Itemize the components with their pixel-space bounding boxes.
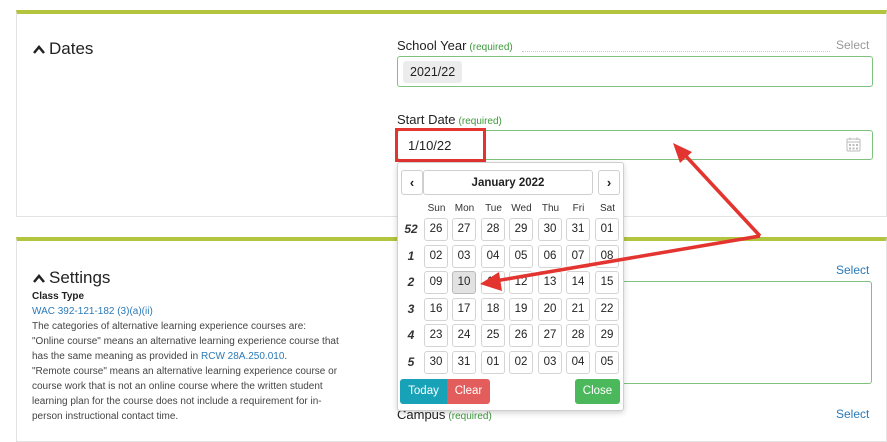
week-number: 4 — [407, 328, 415, 342]
calendar-day[interactable]: 08 — [595, 244, 619, 268]
start-date-label: Start Date (required) — [397, 112, 502, 127]
today-button[interactable]: Today — [400, 379, 447, 404]
calendar-day[interactable]: 05 — [595, 350, 619, 374]
leader-dots — [522, 51, 830, 52]
week-number: 1 — [407, 248, 415, 263]
calendar-day[interactable]: 06 — [538, 244, 562, 268]
week-number: 2 — [407, 275, 415, 289]
campus-select-link[interactable]: Select — [836, 407, 869, 421]
weekday-header: Sat — [599, 203, 615, 214]
settings-section-toggle[interactable]: Settings — [33, 268, 110, 288]
prev-month-button[interactable]: ‹ — [401, 170, 423, 195]
calendar-day[interactable]: 02 — [509, 350, 533, 374]
weekday-header: Wed — [511, 203, 532, 214]
chevron-left-icon: ‹ — [409, 175, 415, 190]
calendar-day[interactable]: 23 — [424, 324, 448, 347]
week-number: 52 — [404, 222, 418, 236]
class-type-label: Class Type — [32, 291, 85, 302]
calendar-day[interactable]: 26 — [509, 324, 533, 347]
calendar-day[interactable]: 25 — [481, 324, 505, 347]
weekday-header: Fri — [572, 203, 585, 214]
clear-button[interactable]: Clear — [447, 379, 490, 404]
calendar-day[interactable]: 03 — [538, 350, 562, 374]
help-line: person instructional contact time. — [32, 411, 179, 422]
caret-up-icon — [33, 44, 45, 54]
calendar-day[interactable]: 30 — [538, 218, 562, 241]
week-number: 5 — [407, 354, 415, 369]
week-number: 3 — [407, 301, 415, 316]
dates-section-toggle[interactable]: Dates — [33, 39, 93, 59]
calendar-day[interactable]: 24 — [452, 324, 476, 347]
required-tag: (required) — [458, 116, 502, 127]
calendar-day[interactable]: 29 — [509, 218, 533, 241]
school-year-field[interactable]: 2021/22 — [397, 56, 873, 87]
calendar-day[interactable]: 05 — [509, 244, 533, 268]
calendar-day[interactable]: 28 — [481, 218, 505, 241]
calendar-day[interactable]: 30 — [424, 350, 448, 374]
weekday-header: Tue — [485, 203, 502, 214]
calendar-day[interactable]: 20 — [538, 297, 562, 321]
school-year-value-chip[interactable]: 2021/22 — [403, 61, 463, 83]
calendar-day[interactable]: 19 — [509, 297, 533, 321]
required-tag: (required) — [448, 411, 492, 422]
month-year-switch[interactable]: January 2022 — [423, 170, 593, 195]
calendar-day[interactable]: 04 — [481, 244, 505, 268]
settings-section-title: Settings — [49, 268, 111, 287]
start-date-label-text: Start Date — [397, 112, 456, 127]
school-year-select-link[interactable]: Select — [836, 38, 869, 52]
calendar-day[interactable]: 12 — [509, 271, 533, 294]
rcw-link[interactable]: RCW 28A.250.010 — [201, 351, 284, 362]
calendar-day[interactable]: 22 — [595, 297, 619, 321]
help-line: has the same meaning as provided in — [32, 351, 199, 362]
help-line: The categories of alternative learning e… — [32, 321, 307, 332]
calendar-day[interactable]: 27 — [452, 218, 476, 241]
weekday-header: Mon — [454, 203, 475, 214]
help-line-period: . — [284, 351, 288, 362]
class-type-select-link[interactable]: Select — [836, 263, 869, 277]
school-year-label: School Year (required) — [397, 38, 513, 53]
calendar-day[interactable]: 11 — [481, 271, 505, 294]
wac-link[interactable]: WAC 392-121-182 (3)(a)(ii) — [32, 306, 153, 317]
calendar-day[interactable]: 07 — [566, 244, 590, 268]
calendar-day[interactable]: 09 — [424, 271, 448, 294]
help-line: course work that is not an online course… — [32, 381, 323, 392]
calendar-day[interactable]: 18 — [481, 297, 505, 321]
close-button[interactable]: Close — [575, 379, 620, 404]
calendar-day[interactable]: 31 — [452, 350, 476, 374]
help-line: "Online course" means an alternative lea… — [32, 336, 339, 347]
help-line: learning plan for the course does not in… — [32, 396, 322, 407]
calendar-day[interactable]: 31 — [566, 218, 590, 241]
calendar-day[interactable]: 15 — [595, 271, 619, 294]
calendar-day[interactable]: 01 — [595, 218, 619, 241]
caret-up-icon — [33, 273, 45, 283]
chevron-right-icon: › — [606, 175, 612, 190]
calendar-day[interactable]: 28 — [566, 324, 590, 347]
calendar-day[interactable]: 26 — [424, 218, 448, 241]
calendar-day[interactable]: 13 — [538, 271, 562, 294]
calendar-icon[interactable] — [846, 137, 861, 152]
calendar-day[interactable]: 04 — [566, 350, 590, 374]
calendar-day[interactable]: 10 — [452, 271, 476, 294]
calendar-day[interactable]: 02 — [424, 244, 448, 268]
calendar-day[interactable]: 01 — [481, 350, 505, 374]
next-month-button[interactable]: › — [598, 170, 620, 195]
datepicker-popup: ‹ January 2022 › Sun Mon Tue Wed Thu Fri… — [397, 162, 624, 411]
calendar-day[interactable]: 17 — [452, 297, 476, 321]
calendar-day[interactable]: 14 — [566, 271, 590, 294]
calendar-day[interactable]: 29 — [595, 324, 619, 347]
calendar-day[interactable]: 21 — [566, 297, 590, 321]
start-date-highlight-box — [395, 128, 486, 162]
calendar-day[interactable]: 16 — [424, 297, 448, 321]
weekday-header: Thu — [541, 203, 560, 214]
weekday-header: Sun — [427, 203, 446, 214]
class-type-help: Class Type WAC 392-121-182 (3)(a)(ii) Th… — [32, 289, 362, 424]
help-line: "Remote course" means an alternative lea… — [32, 366, 338, 377]
required-tag: (required) — [469, 42, 513, 53]
calendar-day[interactable]: 03 — [452, 244, 476, 268]
dates-section-title: Dates — [49, 39, 94, 58]
calendar-day[interactable]: 27 — [538, 324, 562, 347]
school-year-label-text: School Year — [397, 38, 467, 53]
class-type-field[interactable] — [622, 281, 872, 384]
